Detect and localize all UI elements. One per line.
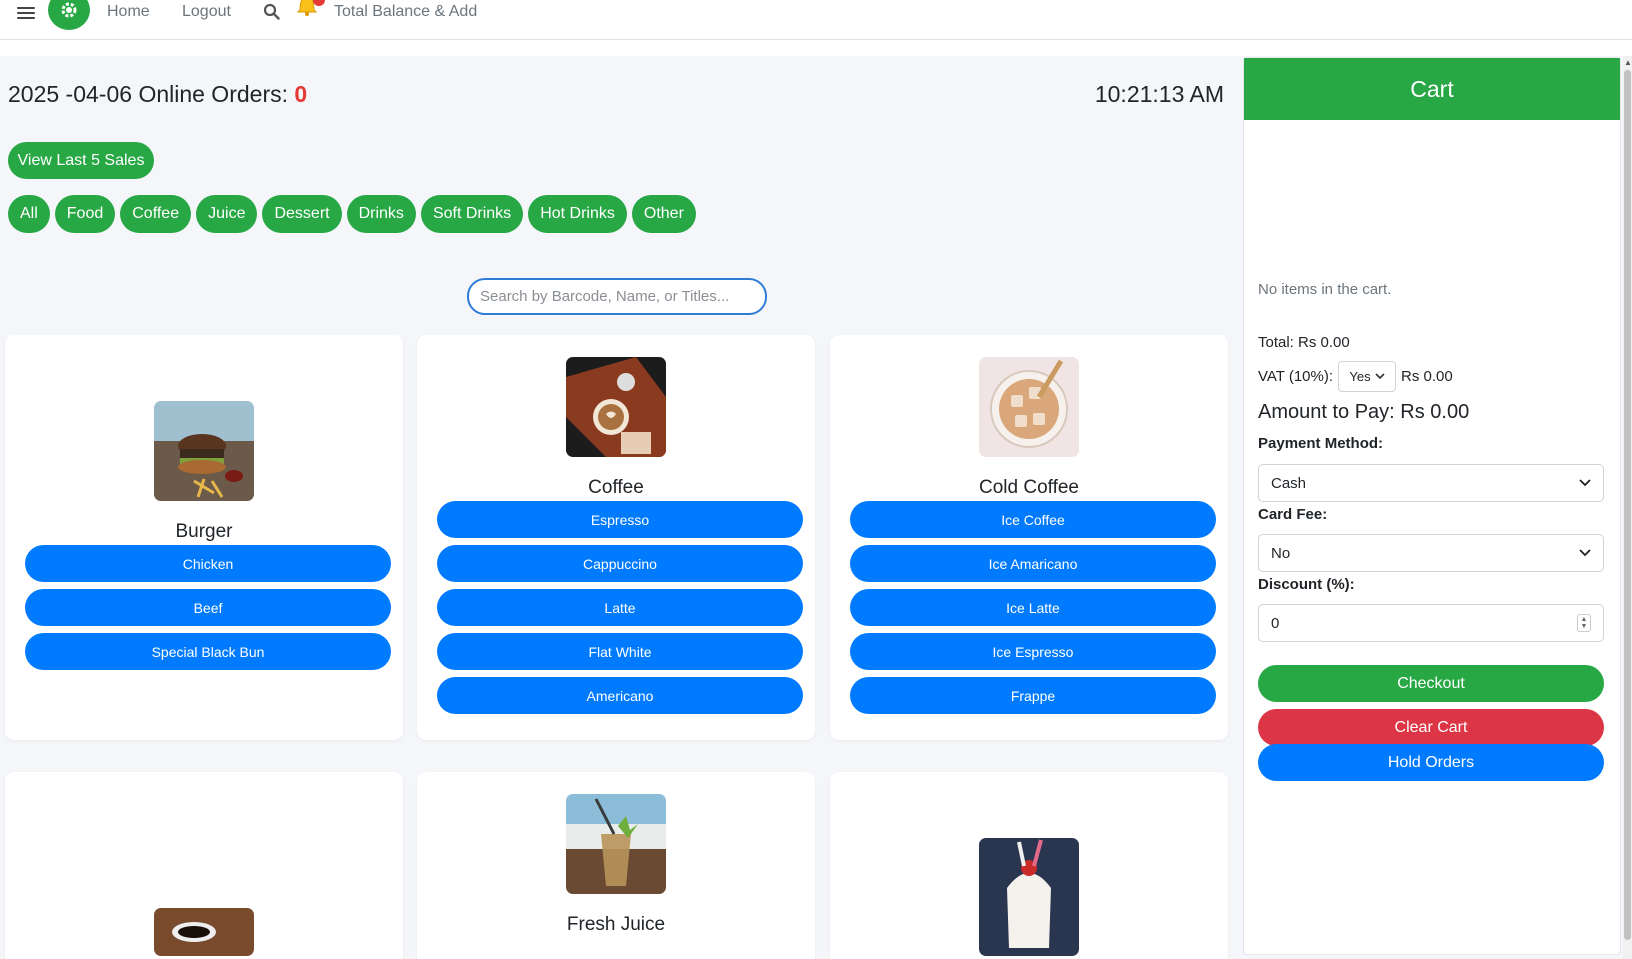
product-card-cold-coffee: Cold Coffee Ice Coffee Ice Amaricano Ice… (830, 335, 1228, 740)
option-special-black-bun-button[interactable]: Special Black Bun (25, 633, 391, 670)
category-drinks-button[interactable]: Drinks (346, 195, 416, 233)
vat-row: VAT (10%): Yes Rs 0.00 (1258, 361, 1453, 392)
category-all-button[interactable]: All (8, 195, 50, 233)
coffee-image (566, 357, 666, 457)
product-card-milkshake (830, 772, 1228, 959)
option-ice-coffee-button[interactable]: Ice Coffee (850, 501, 1216, 538)
online-orders-label: Online Orders: (138, 81, 288, 107)
option-americano-button[interactable]: Americano (437, 677, 803, 714)
main-panel: 2025 -04-06 Online Orders: 0 10:21:13 AM… (0, 56, 1232, 959)
category-food-button[interactable]: Food (54, 195, 116, 233)
option-ice-amaricano-button[interactable]: Ice Amaricano (850, 545, 1216, 582)
payment-method-label: Payment Method: (1258, 435, 1384, 452)
product-search (467, 278, 767, 315)
burger-image (154, 401, 254, 501)
option-espresso-button[interactable]: Espresso (437, 501, 803, 538)
vat-select-value: Yes (1349, 369, 1371, 384)
view-last-sales-button[interactable]: View Last 5 Sales (8, 142, 154, 179)
cart-panel: Cart No items in the cart. Total: Rs 0.0… (1243, 57, 1621, 955)
product-search-input[interactable] (480, 288, 750, 305)
product-card-fresh-juice: Fresh Juice (417, 772, 815, 959)
product-card-hot-drink (5, 772, 403, 959)
cart-title: Cart (1244, 58, 1620, 120)
payment-method-select[interactable]: Cash (1258, 464, 1604, 502)
product-title-coffee: Coffee (588, 477, 644, 498)
category-juice-button[interactable]: Juice (196, 195, 258, 233)
card-fee-select[interactable]: No (1258, 534, 1604, 572)
top-navbar: Home Logout Total Balance & Add (0, 0, 1632, 40)
scrollbar-thumb[interactable] (1624, 70, 1631, 940)
nav-home-link[interactable]: Home (107, 2, 150, 22)
category-coffee-button[interactable]: Coffee (120, 195, 192, 233)
gear-icon[interactable] (48, 0, 90, 30)
hold-orders-button[interactable]: Hold Orders (1258, 744, 1604, 781)
discount-value: 0 (1271, 614, 1280, 632)
discount-label: Discount (%): (1258, 576, 1355, 593)
search-icon[interactable] (263, 3, 280, 25)
option-ice-espresso-button[interactable]: Ice Espresso (850, 633, 1216, 670)
vat-amount: Rs 0.00 (1401, 368, 1453, 385)
amount-to-pay: Amount to Pay: Rs 0.00 (1258, 401, 1470, 423)
category-hot-drinks-button[interactable]: Hot Drinks (528, 195, 627, 233)
discount-input[interactable]: 0 ▲ ▼ (1258, 604, 1604, 642)
option-cappuccino-button[interactable]: Cappuccino (437, 545, 803, 582)
category-soft-drinks-button[interactable]: Soft Drinks (420, 195, 524, 233)
current-date: 2025 -04-06 (8, 81, 133, 107)
product-card-burger: Burger Chicken Beef Special Black Bun (5, 335, 403, 740)
page-scrollbar[interactable]: ▲ (1623, 56, 1632, 959)
option-flat-white-button[interactable]: Flat White (437, 633, 803, 670)
checkout-button[interactable]: Checkout (1258, 665, 1604, 702)
cold-coffee-image (979, 357, 1079, 457)
card-fee-value: No (1271, 544, 1291, 562)
product-title-burger: Burger (175, 521, 233, 542)
milkshake-image (979, 838, 1079, 956)
option-chicken-button[interactable]: Chicken (25, 545, 391, 582)
vat-select[interactable]: Yes (1338, 361, 1397, 392)
nav-logout-link[interactable]: Logout (182, 2, 231, 22)
product-title-cold-coffee: Cold Coffee (979, 477, 1079, 498)
clock: 10:21:13 AM (1094, 81, 1224, 107)
option-beef-button[interactable]: Beef (25, 589, 391, 626)
category-dessert-button[interactable]: Dessert (262, 195, 342, 233)
option-latte-button[interactable]: Latte (437, 589, 803, 626)
card-fee-label: Card Fee: (1258, 506, 1328, 523)
fresh-juice-image (566, 794, 666, 894)
chevron-down-icon (1579, 549, 1591, 557)
product-card-coffee: Coffee Espresso Cappuccino Latte Flat Wh… (417, 335, 815, 740)
chevron-down-icon (1579, 479, 1591, 487)
cart-total: Total: Rs 0.00 (1258, 334, 1350, 351)
category-filter-bar: All Food Coffee Juice Dessert Drinks Sof… (8, 195, 696, 233)
product-title-fresh-juice: Fresh Juice (566, 914, 666, 935)
date-orders-line: 2025 -04-06 Online Orders: 0 (8, 80, 307, 108)
nav-balance-link[interactable]: Total Balance & Add (334, 2, 477, 22)
option-frappe-button[interactable]: Frappe (850, 677, 1216, 714)
number-spinner[interactable]: ▲ ▼ (1577, 614, 1591, 632)
hot-drink-image (154, 908, 254, 956)
scroll-up-icon[interactable]: ▲ (1624, 58, 1632, 67)
vat-label: VAT (10%): (1258, 368, 1334, 385)
category-other-button[interactable]: Other (631, 195, 696, 233)
payment-method-value: Cash (1271, 474, 1307, 492)
clear-cart-button[interactable]: Clear Cart (1258, 709, 1604, 746)
menu-icon[interactable] (17, 4, 35, 22)
option-ice-latte-button[interactable]: Ice Latte (850, 589, 1216, 626)
chevron-down-icon (1375, 373, 1385, 380)
cart-empty-message: No items in the cart. (1258, 281, 1392, 298)
online-orders-count: 0 (294, 81, 308, 107)
